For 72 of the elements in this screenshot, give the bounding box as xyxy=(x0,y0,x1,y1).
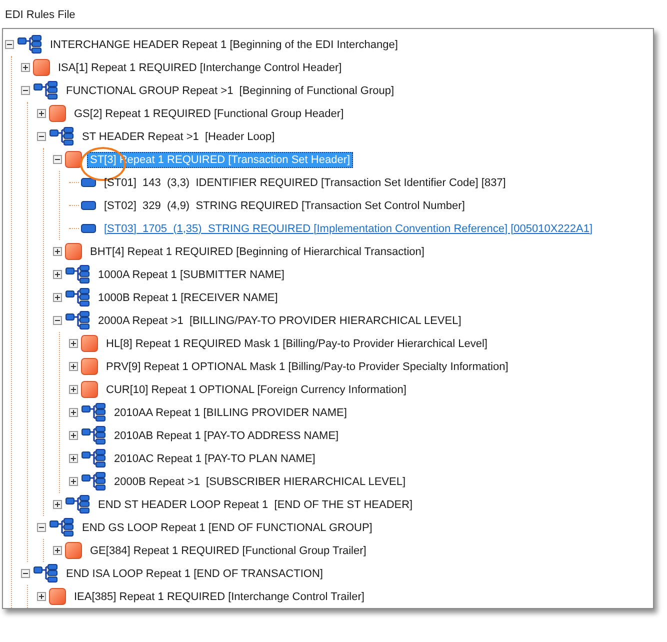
hierarchy-icon xyxy=(81,472,106,491)
tree-item[interactable]: 2000A Repeat >1 [BILLING/PAY-TO PROVIDER HIERARCHICAL LEVEL] xyxy=(95,312,464,328)
tree-item[interactable]: 2000B Repeat >1 [SUBSCRIBER HIERARCHICAL LEVEL] xyxy=(111,474,409,490)
expand-toggle[interactable] xyxy=(37,592,46,601)
hierarchy-icon xyxy=(49,518,74,537)
tree-item[interactable]: 1000A Repeat 1 [SUBMITTER NAME] xyxy=(95,266,288,282)
field-icon xyxy=(81,224,96,233)
collapse-toggle[interactable] xyxy=(37,132,46,141)
tree-item[interactable]: [ST02] 329 (4,9) STRING REQUIRED [Transaction Set Control Number] xyxy=(101,198,468,214)
expand-toggle[interactable] xyxy=(37,109,46,118)
hierarchy-icon xyxy=(17,35,42,54)
panel-title: EDI Rules File xyxy=(4,8,76,22)
collapse-toggle[interactable] xyxy=(5,40,14,49)
square-icon xyxy=(49,105,66,122)
tree-item[interactable]: 2010AC Repeat 1 [PAY-TO PLAN NAME] xyxy=(111,450,318,466)
hierarchy-icon xyxy=(65,265,90,284)
tree-item[interactable]: ISA[1] Repeat 1 REQUIRED [Interchange Control Header] xyxy=(55,60,345,76)
hierarchy-icon xyxy=(33,81,58,100)
tree-item[interactable]: BHT[4] Repeat 1 REQUIRED [Beginning of Hierarchical Transaction] xyxy=(87,244,428,260)
tree-item[interactable]: [ST01] 143 (3,3) IDENTIFIER REQUIRED [Transaction Set Identifier Code] [837] xyxy=(101,174,509,190)
tree-item[interactable]: IEA[385] Repeat 1 REQUIRED [Interchange Control Trailer] xyxy=(71,588,368,604)
square-icon xyxy=(65,243,82,260)
tree-item[interactable]: 2010AB Repeat 1 [PAY-TO ADDRESS NAME] xyxy=(111,428,342,444)
tree-item[interactable]: CUR[10] Repeat 1 OPTIONAL [Foreign Currency Information] xyxy=(103,382,410,398)
tree-item[interactable]: 1000B Repeat 1 [RECEIVER NAME] xyxy=(95,290,281,306)
collapse-toggle[interactable] xyxy=(53,155,62,164)
square-icon xyxy=(81,335,98,352)
hierarchy-icon xyxy=(81,449,106,468)
expand-toggle[interactable] xyxy=(69,408,78,417)
square-icon xyxy=(33,59,50,76)
tree-item[interactable]: END ISA LOOP Repeat 1 [END OF TRANSACTION] xyxy=(63,566,326,582)
expand-toggle[interactable] xyxy=(69,477,78,486)
collapse-toggle[interactable] xyxy=(53,316,62,325)
square-icon xyxy=(65,151,82,168)
collapse-toggle[interactable] xyxy=(37,523,46,532)
tree-item[interactable]: HL[8] Repeat 1 REQUIRED Mask 1 [Billing/Pay-to Provider Hierarchical Level] xyxy=(103,336,490,352)
tree-item[interactable]: INTERCHANGE HEADER Repeat 1 [Beginning of the EDI Interchange] xyxy=(47,36,401,52)
tree-item[interactable]: END GS LOOP Repeat 1 [END OF FUNCTIONAL GROUP] xyxy=(79,520,376,536)
expand-toggle[interactable] xyxy=(69,431,78,440)
expand-toggle[interactable] xyxy=(53,270,62,279)
tree-item[interactable]: ST HEADER Repeat >1 [Header Loop] xyxy=(79,128,278,144)
tree-item[interactable]: GS[2] Repeat 1 REQUIRED [Functional Group Header] xyxy=(71,106,347,122)
hierarchy-icon xyxy=(81,426,106,445)
hierarchy-icon xyxy=(81,403,106,422)
hierarchy-icon xyxy=(33,564,58,583)
square-icon xyxy=(49,588,66,605)
tree-item[interactable]: 2010AA Repeat 1 [BILLING PROVIDER NAME] xyxy=(111,404,350,420)
expand-toggle[interactable] xyxy=(69,362,78,371)
square-icon xyxy=(65,542,82,559)
field-icon xyxy=(81,201,96,210)
tree-item[interactable]: PRV[9] Repeat 1 OPTIONAL Mask 1 [Billing/Pay-to Provider Specialty Information] xyxy=(103,358,512,374)
tree-item[interactable]: END ST HEADER LOOP Repeat 1 [END OF THE ST HEADER] xyxy=(95,496,416,512)
hierarchy-icon xyxy=(49,127,74,146)
tree-item[interactable]: [ST03] 1705 (1,35) STRING REQUIRED [Implementation Convention Reference] [005010X222A1] xyxy=(101,220,596,236)
expand-toggle[interactable] xyxy=(53,293,62,302)
expand-toggle[interactable] xyxy=(53,247,62,256)
expand-toggle[interactable] xyxy=(69,454,78,463)
hierarchy-icon xyxy=(65,311,90,330)
square-icon xyxy=(81,381,98,398)
field-icon xyxy=(81,178,96,187)
expand-toggle[interactable] xyxy=(53,546,62,555)
expand-toggle[interactable] xyxy=(69,339,78,348)
collapse-toggle[interactable] xyxy=(21,569,30,578)
expand-toggle[interactable] xyxy=(69,385,78,394)
collapse-toggle[interactable] xyxy=(21,86,30,95)
tree-item[interactable]: GE[384] Repeat 1 REQUIRED [Functional Group Trailer] xyxy=(87,542,370,558)
square-icon xyxy=(81,358,98,375)
expand-toggle[interactable] xyxy=(53,500,62,509)
expand-toggle[interactable] xyxy=(21,63,30,72)
tree-item[interactable]: FUNCTIONAL GROUP Repeat >1 [Beginning of Functional Group] xyxy=(63,82,398,98)
hierarchy-icon xyxy=(65,288,90,307)
hierarchy-icon xyxy=(65,495,90,514)
